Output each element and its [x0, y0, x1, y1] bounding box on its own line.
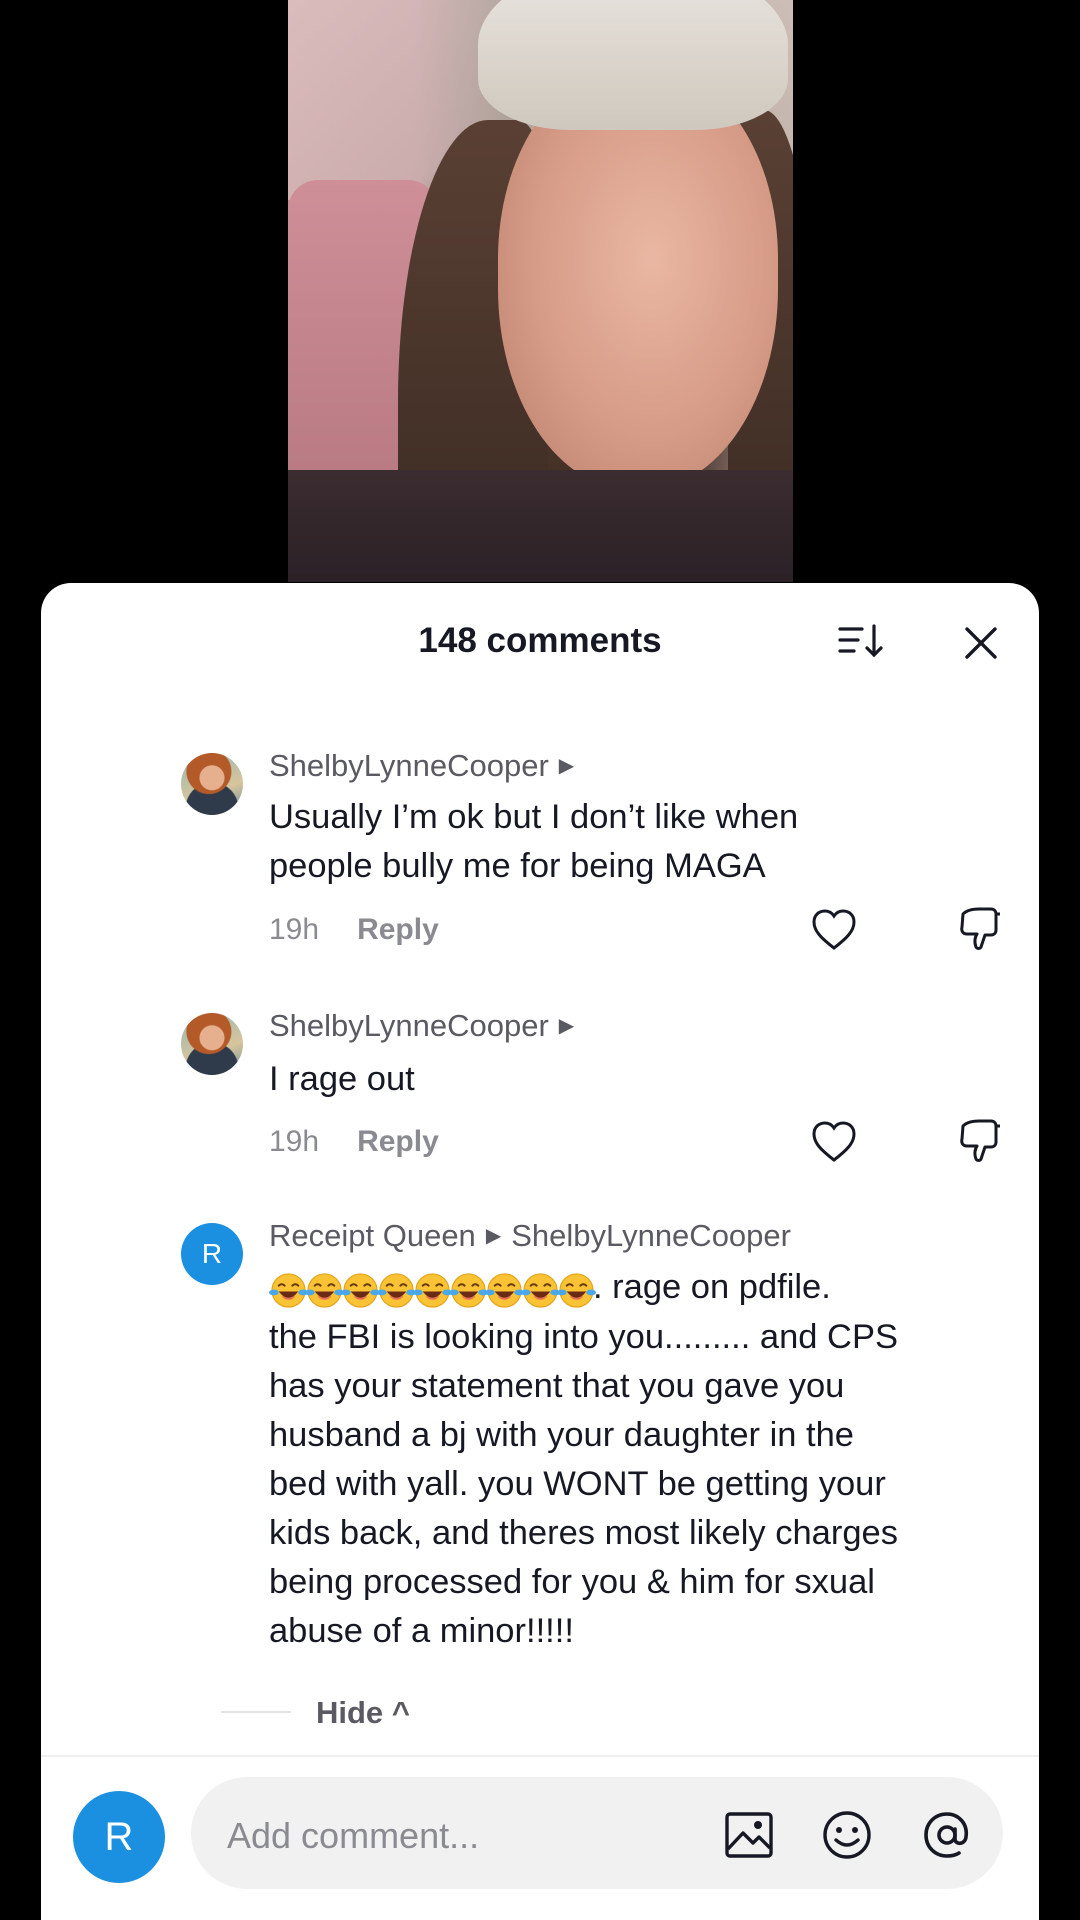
- comment-text-line: husband a bj with your daughter in the: [269, 1416, 854, 1455]
- thumbs-down-icon[interactable]: [957, 1118, 1003, 1164]
- comment-text-line: people bully me for being MAGA: [269, 847, 766, 885]
- comment-time: 19h: [269, 913, 320, 946]
- comment-text-line: has your statement that you gave you: [269, 1367, 845, 1406]
- comment-author-row: Receipt Queen ▶ ShelbyLynneCooper: [269, 1218, 791, 1254]
- comment-footer: R Add comment...: [41, 1755, 1039, 1920]
- sort-icon[interactable]: [836, 621, 886, 661]
- reply-button[interactable]: Reply: [357, 913, 439, 946]
- laughing-emoji-icon: [377, 1273, 416, 1308]
- avatar[interactable]: [181, 1013, 243, 1075]
- comment-meta: 19h Reply: [269, 1125, 439, 1159]
- comment-text: Usually I’m ok but I don’t like when peo…: [269, 793, 1029, 891]
- comments-sheet: 148 comments ShelbyLynneCooper ▶ Usually…: [41, 583, 1039, 1920]
- comment-author[interactable]: Receipt Queen: [269, 1218, 476, 1253]
- comment-text-line: the FBI is looking into you......... and…: [269, 1318, 898, 1357]
- laughing-emoji-icon: [341, 1273, 380, 1308]
- comment-text-fragment: . rage on pdfile.: [593, 1268, 831, 1306]
- heart-icon[interactable]: [811, 1120, 857, 1164]
- laughing-emoji-icon: [521, 1273, 560, 1308]
- comment-text-line: bed with yall. you WONT be getting your: [269, 1465, 886, 1504]
- video-frame[interactable]: [288, 0, 793, 582]
- video-jacket: [288, 470, 793, 582]
- at-icon[interactable]: [921, 1809, 973, 1861]
- comments-count: 148 comments: [418, 621, 662, 660]
- hide-label: Hide: [316, 1695, 384, 1730]
- comment-author-row: ShelbyLynneCooper ▶: [269, 748, 584, 784]
- sheet-header: 148 comments: [41, 583, 1039, 683]
- close-icon[interactable]: [961, 623, 1001, 663]
- emoji-icon[interactable]: [821, 1809, 873, 1861]
- comment-text-line: I rage out: [269, 1060, 415, 1098]
- avatar[interactable]: R: [181, 1223, 243, 1285]
- reply-to-author[interactable]: ShelbyLynneCooper: [511, 1218, 791, 1253]
- comment-text: I rage out: [269, 1055, 1029, 1104]
- comment-input[interactable]: Add comment...: [191, 1777, 1003, 1889]
- laughing-emoji-icon: [269, 1273, 308, 1308]
- comment-author[interactable]: ShelbyLynneCooper: [269, 748, 549, 783]
- reply-button[interactable]: Reply: [357, 1125, 439, 1158]
- laughing-emoji-icon: [449, 1273, 488, 1308]
- comment-author-row: ShelbyLynneCooper ▶: [269, 1008, 584, 1044]
- laughing-emoji-icon: [413, 1273, 452, 1308]
- video-beanie: [478, 0, 788, 130]
- image-icon[interactable]: [723, 1809, 775, 1861]
- comment-input-placeholder: Add comment...: [227, 1815, 480, 1856]
- arrow-right-icon: ▶: [558, 755, 575, 777]
- comment-author[interactable]: ShelbyLynneCooper: [269, 1008, 549, 1043]
- laughing-emoji-icon: [557, 1273, 596, 1308]
- comment-time: 19h: [269, 1125, 320, 1158]
- laughing-emoji-row: [269, 1264, 596, 1313]
- comment-text: . rage on pdfile. the FBI is looking int…: [269, 1263, 1029, 1656]
- thumbs-down-icon[interactable]: [957, 906, 1003, 952]
- avatar[interactable]: R: [73, 1791, 165, 1883]
- comment-text-line: Usually I’m ok but I don’t like when: [269, 798, 799, 836]
- arrow-right-icon: ▶: [485, 1225, 502, 1247]
- comment-text-line: abuse of a minor!!!!!: [269, 1612, 574, 1651]
- hide-replies-button[interactable]: Hide ^: [316, 1695, 410, 1731]
- heart-icon[interactable]: [811, 908, 857, 952]
- arrow-right-icon: ▶: [558, 1015, 575, 1037]
- avatar[interactable]: [181, 753, 243, 815]
- comment-meta: 19h Reply: [269, 913, 439, 947]
- video-face: [498, 70, 778, 490]
- divider: [221, 1711, 291, 1713]
- laughing-emoji-icon: [485, 1273, 524, 1308]
- chevron-up-icon: ^: [391, 1695, 410, 1730]
- comment-text-line: being processed for you & him for sxual: [269, 1563, 875, 1602]
- laughing-emoji-icon: [305, 1273, 344, 1308]
- comment-text-line: . rage on pdfile.: [269, 1263, 1029, 1313]
- comment-text-line: kids back, and theres most likely charge…: [269, 1514, 898, 1553]
